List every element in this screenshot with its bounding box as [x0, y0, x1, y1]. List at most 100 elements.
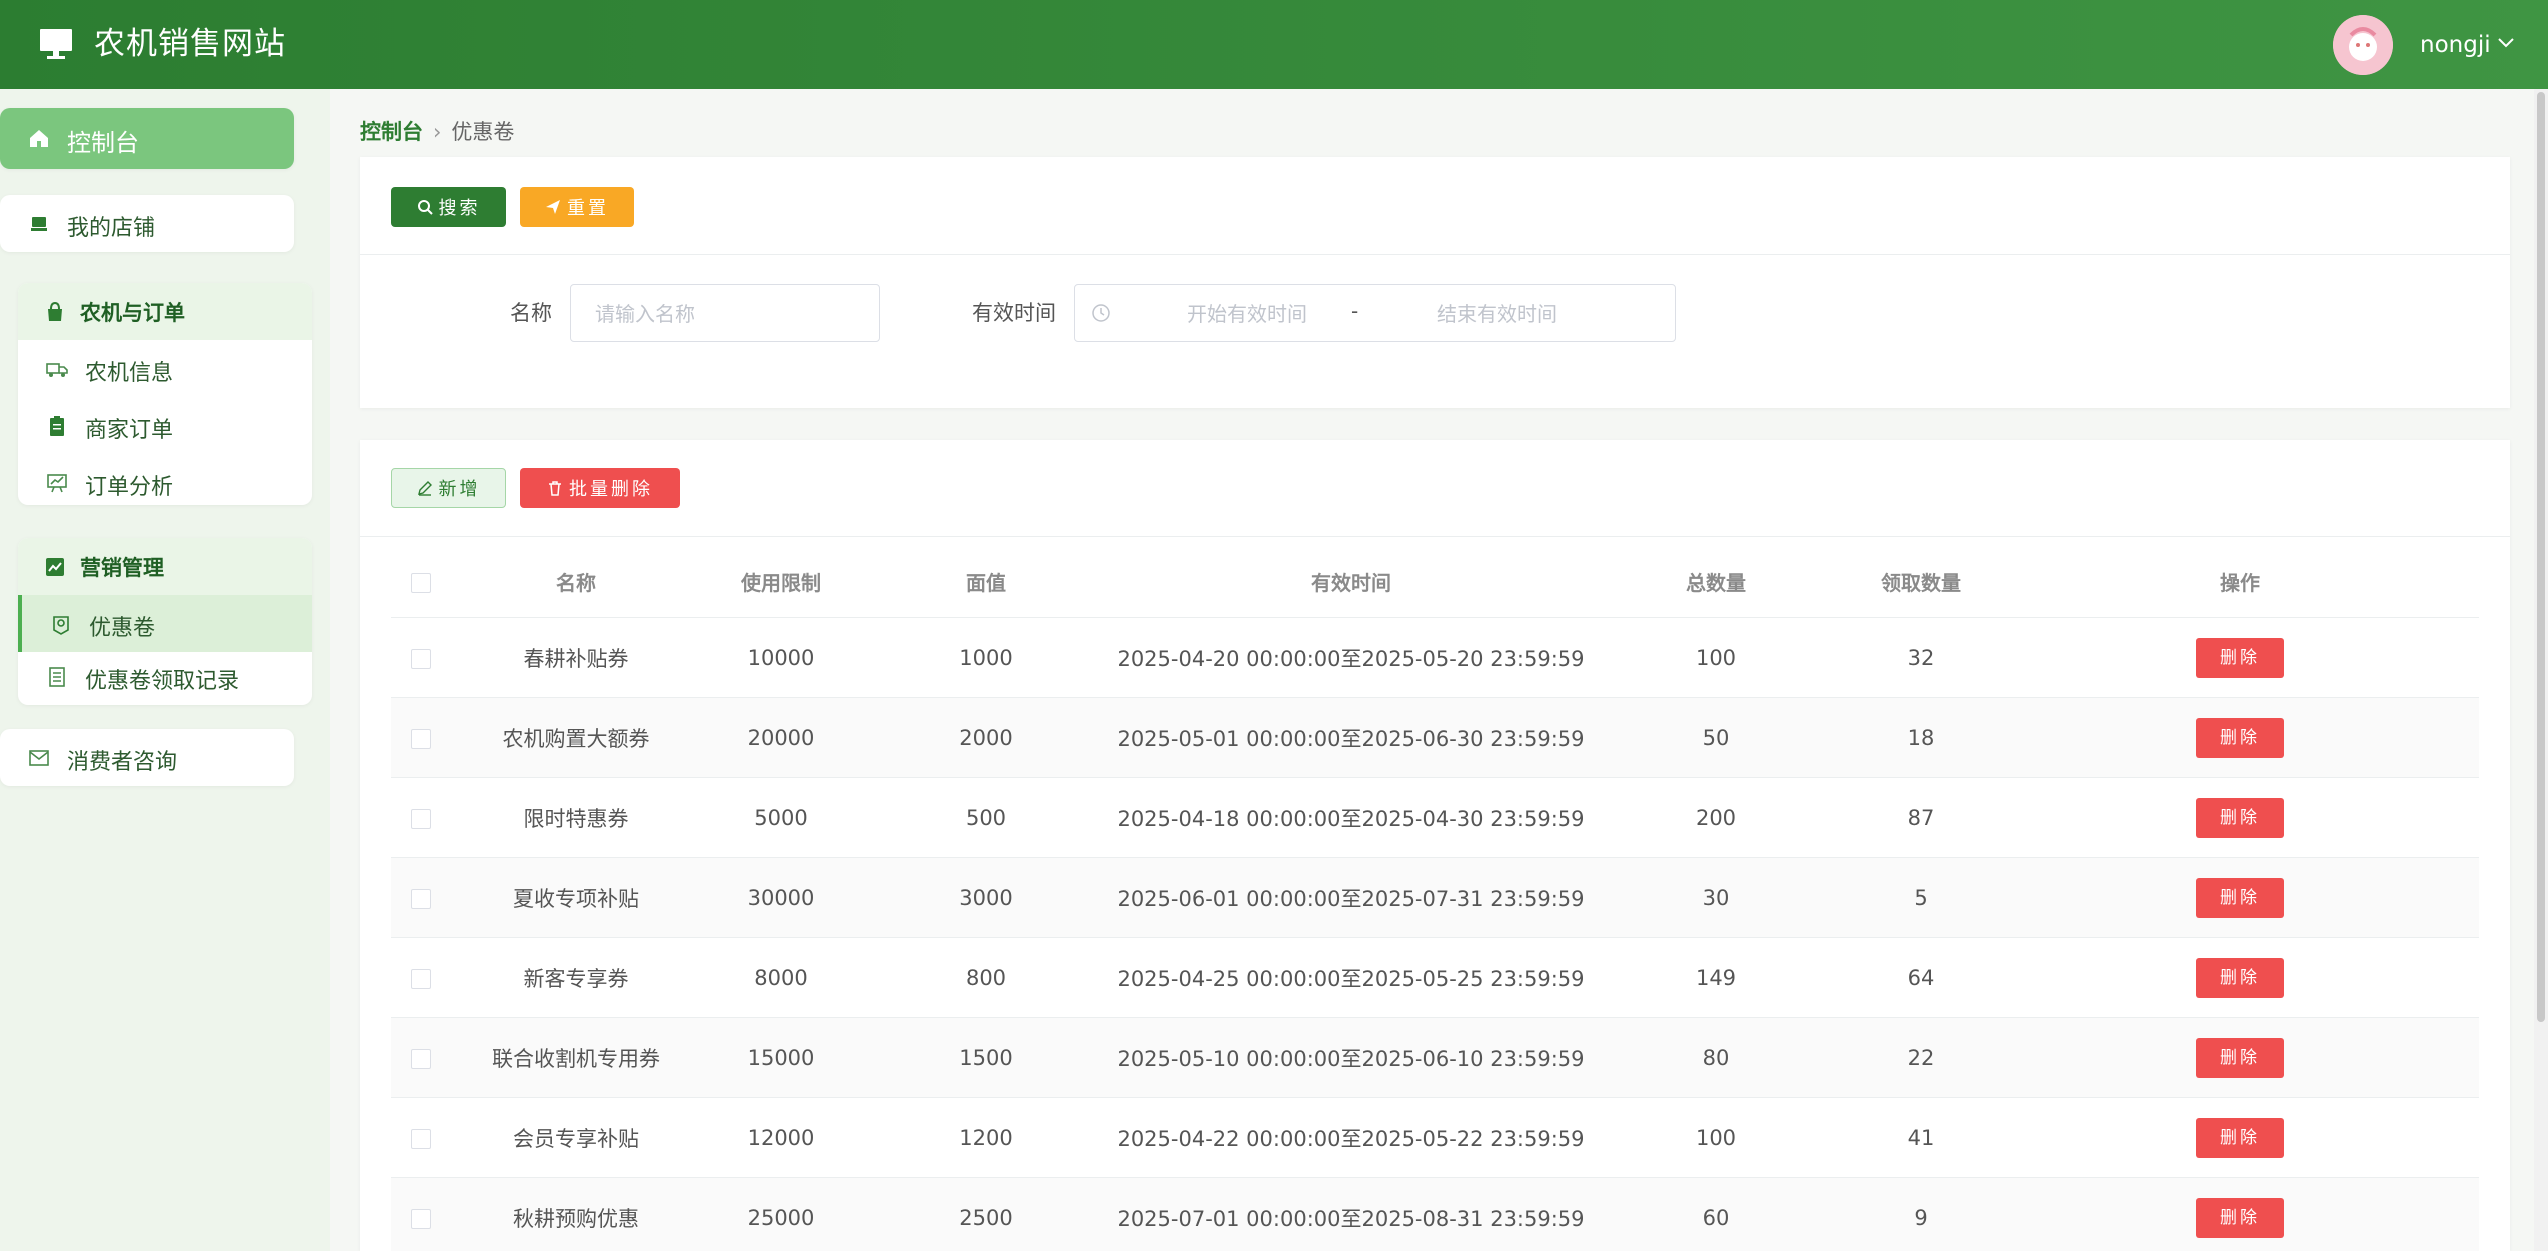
sidebar-item-dashboard[interactable]: 控制台 — [0, 108, 294, 169]
cell-claimed: 32 — [1841, 617, 2001, 698]
cell-period: 2025-04-20 00:00:00至2025-05-20 23:59:59 — [1111, 617, 1591, 698]
cell-period: 2025-04-18 00:00:00至2025-04-30 23:59:59 — [1111, 777, 1591, 858]
end-date-input[interactable] — [1385, 299, 1609, 329]
sidebar-item-label: 我的店铺 — [67, 216, 156, 241]
row-checkbox-cell — [391, 617, 451, 698]
row-checkbox[interactable] — [411, 808, 431, 829]
cell-period: 2025-04-25 00:00:00至2025-05-25 23:59:59 — [1111, 937, 1591, 1018]
sidebar-group-marketing: 营销管理 优惠卷 优惠卷领取记录 — [18, 538, 312, 705]
column-header[interactable]: 领取数量 — [1841, 545, 2001, 618]
divider — [360, 254, 2510, 255]
column-header[interactable]: 总数量 — [1591, 545, 1841, 618]
search-button[interactable]: 搜索 — [391, 187, 506, 227]
column-header[interactable]: 名称 — [451, 545, 701, 618]
cell-actions: 删除 — [2001, 937, 2479, 1018]
cell-total: 100 — [1591, 1097, 1841, 1178]
sidebar-item-coupons[interactable]: 优惠卷 — [18, 595, 312, 652]
shopping-bag-icon — [48, 301, 62, 321]
delete-button[interactable]: 删除 — [2196, 797, 2284, 838]
row-checkbox[interactable] — [411, 728, 431, 749]
row-checkbox-cell — [391, 697, 451, 778]
row-checkbox[interactable] — [411, 648, 431, 669]
delete-button[interactable]: 删除 — [2196, 637, 2284, 678]
delete-button[interactable]: 删除 — [2196, 1037, 2284, 1078]
sidebar-item-consumer-consult[interactable]: 消费者咨询 — [0, 729, 294, 786]
column-header[interactable]: 面值 — [861, 545, 1111, 618]
sidebar-item-machinery-info[interactable]: 农机信息 — [18, 340, 312, 397]
add-button[interactable]: 新增 — [391, 468, 506, 508]
cell-value: 1000 — [861, 617, 1111, 698]
breadcrumb-current: 优惠卷 — [451, 120, 515, 144]
sidebar-group-title: 农机与订单 — [80, 301, 185, 325]
chevron-down-icon[interactable] — [2497, 36, 2515, 50]
cell-value: 2000 — [861, 697, 1111, 778]
cell-total: 100 — [1591, 617, 1841, 698]
row-checkbox[interactable] — [411, 1208, 431, 1229]
select-all-checkbox[interactable] — [411, 572, 431, 593]
cell-claimed: 18 — [1841, 697, 2001, 778]
sidebar-item-merchant-orders[interactable]: 商家订单 — [18, 397, 312, 454]
cell-name: 春耕补贴券 — [451, 617, 701, 698]
row-checkbox[interactable] — [411, 1128, 431, 1149]
avatar-face-icon — [2333, 15, 2393, 75]
cell-actions: 删除 — [2001, 697, 2479, 778]
avatar[interactable] — [2333, 15, 2393, 75]
table-row: 农机购置大额券 20000 2000 2025-05-01 00:00:00至2… — [391, 697, 2479, 778]
sidebar-item-order-analysis[interactable]: 订单分析 — [18, 454, 312, 505]
delete-button[interactable]: 删除 — [2196, 1197, 2284, 1238]
add-button-label: 新增 — [438, 479, 481, 500]
row-checkbox-cell — [391, 1017, 451, 1098]
row-checkbox[interactable] — [411, 1048, 431, 1069]
row-checkbox-cell — [391, 857, 451, 938]
delete-button[interactable]: 删除 — [2196, 957, 2284, 998]
cell-limit: 8000 — [701, 937, 861, 1018]
sidebar-item-label: 消费者咨询 — [67, 750, 178, 775]
start-date-input[interactable] — [1135, 299, 1359, 329]
name-input[interactable] — [593, 299, 867, 329]
date-range-picker[interactable]: - — [1074, 284, 1676, 342]
sidebar-item-label: 农机信息 — [85, 361, 174, 386]
app-title: 农机销售网站 — [94, 26, 286, 62]
reset-button[interactable]: 重置 — [520, 187, 634, 227]
mail-icon — [29, 750, 49, 766]
sidebar-group-header[interactable]: 营销管理 — [18, 538, 312, 595]
cell-actions: 删除 — [2001, 857, 2479, 938]
delete-button[interactable]: 删除 — [2196, 877, 2284, 918]
cell-limit: 25000 — [701, 1177, 861, 1251]
cell-claimed: 87 — [1841, 777, 2001, 858]
sidebar-group-header[interactable]: 农机与订单 — [18, 283, 312, 340]
sidebar-item-label: 优惠卷领取记录 — [85, 669, 240, 694]
cell-name: 会员专享补贴 — [451, 1097, 701, 1178]
column-header[interactable]: 使用限制 — [701, 545, 861, 618]
column-header[interactable]: 有效时间 — [1111, 545, 1591, 618]
cell-value: 3000 — [861, 857, 1111, 938]
presentation-chart-icon — [47, 474, 67, 493]
coupon-icon — [53, 616, 69, 635]
delete-button[interactable]: 删除 — [2196, 1117, 2284, 1158]
table-row: 春耕补贴券 10000 1000 2025-04-20 00:00:00至202… — [391, 617, 2479, 698]
table-row: 新客专享券 8000 800 2025-04-25 00:00:00至2025-… — [391, 937, 2479, 1018]
bulk-delete-button[interactable]: 批量删除 — [520, 468, 680, 508]
delete-button[interactable]: 删除 — [2196, 717, 2284, 758]
breadcrumb-home[interactable]: 控制台 — [360, 120, 423, 144]
row-checkbox[interactable] — [411, 888, 431, 909]
cell-actions: 删除 — [2001, 617, 2479, 698]
valid-time-label: 有效时间 — [972, 301, 1056, 325]
cell-limit: 5000 — [701, 777, 861, 858]
table-row: 限时特惠券 5000 500 2025-04-18 00:00:00至2025-… — [391, 777, 2479, 858]
cell-limit: 20000 — [701, 697, 861, 778]
cell-limit: 12000 — [701, 1097, 861, 1178]
scrollbar-thumb[interactable] — [2537, 92, 2545, 1022]
home-icon — [30, 130, 48, 147]
sidebar-item-coupon-records[interactable]: 优惠卷领取记录 — [18, 648, 312, 705]
username[interactable]: nongji — [2420, 30, 2491, 60]
row-checkbox[interactable] — [411, 968, 431, 989]
cell-value: 2500 — [861, 1177, 1111, 1251]
cell-claimed: 22 — [1841, 1017, 2001, 1098]
table-row: 会员专享补贴 12000 1200 2025-04-22 00:00:00至20… — [391, 1097, 2479, 1178]
cell-actions: 删除 — [2001, 1097, 2479, 1178]
row-checkbox-cell — [391, 937, 451, 1018]
cell-period: 2025-07-01 00:00:00至2025-08-31 23:59:59 — [1111, 1177, 1591, 1251]
sidebar-item-my-shop[interactable]: 我的店铺 — [0, 195, 294, 252]
cell-claimed: 9 — [1841, 1177, 2001, 1251]
